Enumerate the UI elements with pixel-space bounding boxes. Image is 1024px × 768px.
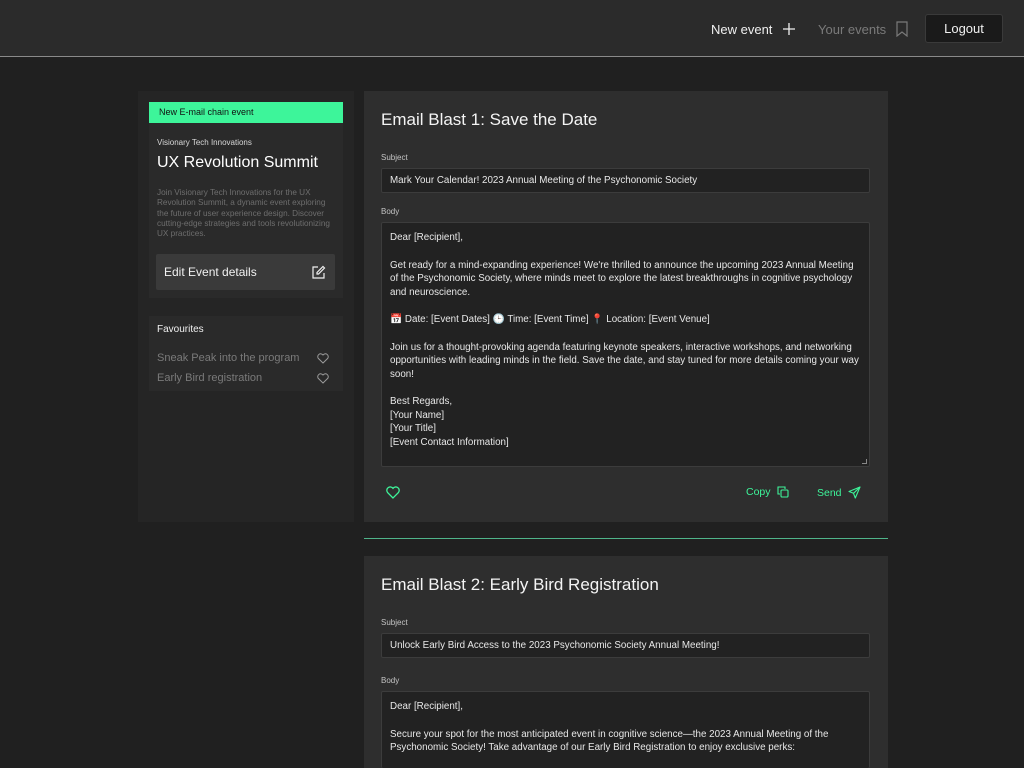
- body-paragraph: 📅 Date: [Event Dates] 🕒 Time: [Event Tim…: [390, 314, 710, 325]
- blast-title: Email Blast 2: Early Bird Registration: [381, 575, 659, 594]
- heart-icon[interactable]: [317, 352, 329, 364]
- subject-input[interactable]: Mark Your Calendar! 2023 Annual Meeting …: [381, 168, 870, 193]
- body-label: Body: [381, 207, 400, 216]
- edit-event-label: Edit Event details: [164, 265, 257, 279]
- body-label: Body: [381, 676, 400, 685]
- favourite-item[interactable]: Early Bird registration: [157, 370, 329, 386]
- body-paragraph: Join us for a thought-provoking agenda f…: [390, 341, 859, 380]
- subject-label: Subject: [381, 153, 408, 162]
- favourites-title: Favourites: [157, 324, 204, 335]
- top-bar: New event Your events Logout: [0, 0, 1024, 57]
- email-blast-card: Email Blast 1: Save the Date Subject Mar…: [364, 91, 888, 522]
- plus-icon: [782, 22, 796, 36]
- new-event-label: New event: [711, 21, 773, 37]
- body-paragraph: Dear [Recipient],: [390, 232, 463, 243]
- send-label: Send: [817, 486, 842, 499]
- your-events-link[interactable]: Your events: [818, 19, 908, 39]
- body-paragraph: [Your Name]: [390, 409, 445, 421]
- event-organizer: Visionary Tech Innovations: [157, 138, 252, 147]
- heart-icon[interactable]: [317, 372, 329, 384]
- copy-label: Copy: [746, 486, 771, 498]
- favourites-card: Favourites Sneak Peak into the program E…: [149, 316, 343, 391]
- email-blast-card: Email Blast 2: Early Bird Registration S…: [364, 556, 888, 768]
- favourite-item-label: Early Bird registration: [157, 372, 263, 384]
- logout-button[interactable]: Logout: [925, 14, 1003, 43]
- body-textarea[interactable]: Dear [Recipient], Secure your spot for t…: [381, 691, 870, 768]
- new-event-link[interactable]: New event: [711, 19, 796, 39]
- favourite-item-label: Sneak Peak into the program: [157, 352, 300, 364]
- copy-icon: [776, 486, 789, 498]
- body-textarea[interactable]: Dear [Recipient], Get ready for a mind-e…: [381, 222, 870, 467]
- body-paragraph: Get ready for a mind-expanding experienc…: [390, 259, 854, 298]
- event-badge: New E-mail chain event: [149, 102, 343, 123]
- divider: [364, 538, 888, 539]
- event-card: New E-mail chain event Visionary Tech In…: [149, 102, 343, 298]
- send-icon: [847, 486, 861, 499]
- edit-icon: [311, 265, 326, 280]
- favourite-item[interactable]: Sneak Peak into the program: [157, 350, 329, 366]
- event-title: UX Revolution Summit: [157, 154, 318, 171]
- your-events-label: Your events: [818, 21, 887, 37]
- send-button[interactable]: Send: [817, 486, 861, 499]
- body-paragraph: [Event Contact Information]: [390, 436, 509, 448]
- body-paragraph: Secure your spot for the most anticipate…: [390, 728, 829, 754]
- subject-label: Subject: [381, 618, 408, 627]
- body-paragraph: Dear [Recipient],: [390, 701, 463, 712]
- blast-title: Email Blast 1: Save the Date: [381, 110, 598, 129]
- event-description: Join Visionary Tech Innovations for the …: [157, 188, 330, 239]
- body-paragraph: Best Regards,: [390, 396, 453, 407]
- edit-event-button[interactable]: Edit Event details: [156, 254, 335, 290]
- resize-handle[interactable]: [862, 459, 867, 464]
- body-paragraph: [Your Title]: [390, 423, 436, 434]
- subject-input[interactable]: Unlock Early Bird Access to the 2023 Psy…: [381, 633, 870, 658]
- copy-button[interactable]: Copy: [746, 486, 789, 498]
- sidebar: New E-mail chain event Visionary Tech In…: [138, 91, 354, 522]
- heart-icon[interactable]: [386, 486, 400, 500]
- bookmark-icon: [896, 21, 908, 37]
